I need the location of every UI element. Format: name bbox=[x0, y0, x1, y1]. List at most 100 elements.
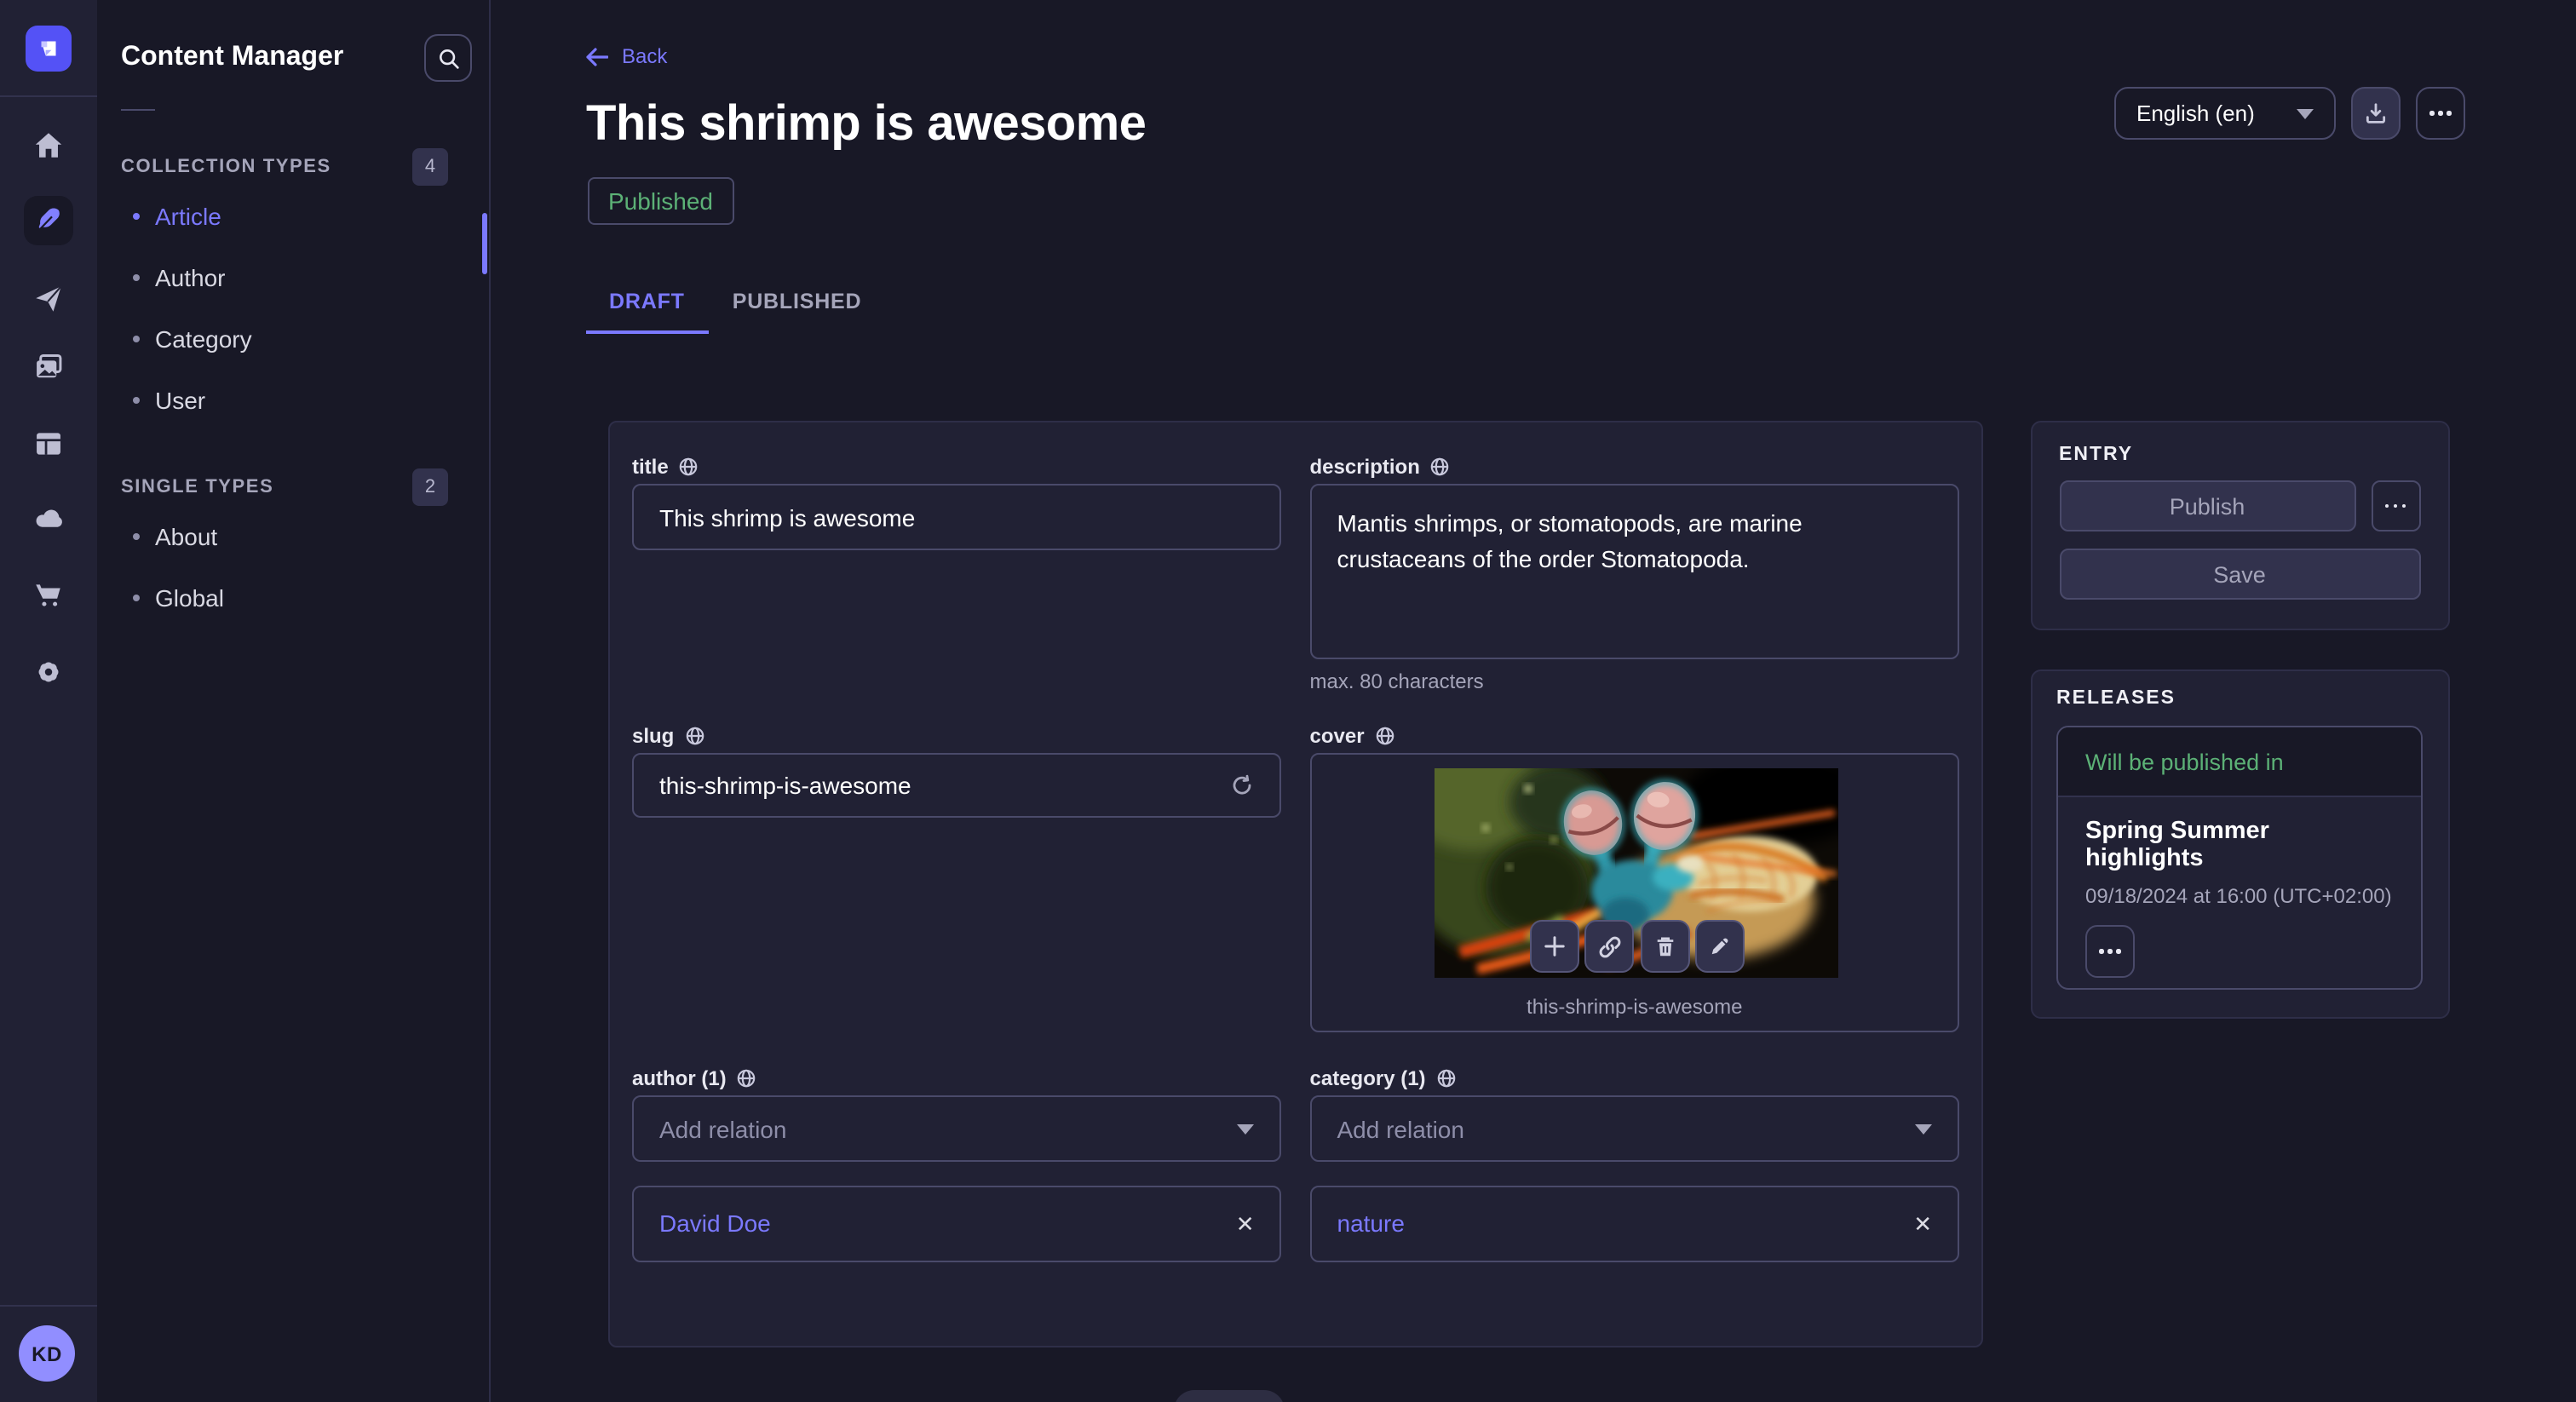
page-title: This shrimp is awesome bbox=[586, 97, 1146, 153]
sidebar-item-article[interactable]: Article bbox=[97, 186, 489, 247]
slug-input[interactable]: this-shrimp-is-awesome bbox=[632, 753, 1282, 818]
entry-more-button[interactable] bbox=[2371, 480, 2420, 531]
entry-panel-title: ENTRY bbox=[2059, 445, 2420, 465]
delete-media-button[interactable] bbox=[1641, 920, 1690, 973]
layout-icon bbox=[32, 427, 65, 459]
sidebar-item-label: User bbox=[155, 387, 205, 414]
sidebar-item-global[interactable]: Global bbox=[97, 567, 489, 629]
locale-select[interactable]: English (en) bbox=[2114, 87, 2336, 140]
nav-settings-button[interactable] bbox=[0, 641, 97, 702]
title-input[interactable]: This shrimp is awesome bbox=[632, 484, 1282, 550]
content-manager-subnav: Content Manager COLLECTION TYPES 4 Artic… bbox=[97, 0, 491, 1402]
link-icon bbox=[1598, 934, 1622, 958]
tab-published[interactable]: PUBLISHED bbox=[709, 273, 886, 334]
sidebar-item-about[interactable]: About bbox=[97, 506, 489, 567]
nav-content-type-builder-button[interactable] bbox=[0, 412, 97, 474]
trash-icon bbox=[1654, 934, 1676, 958]
single-types-count-badge: 2 bbox=[412, 468, 448, 506]
bullet-icon bbox=[133, 595, 140, 601]
category-relation-item: nature ✕ bbox=[1310, 1185, 1960, 1261]
relation-link[interactable]: nature bbox=[1337, 1210, 1405, 1237]
strapi-logo[interactable] bbox=[26, 26, 72, 72]
cart-icon bbox=[32, 578, 65, 611]
sidebar-item-category[interactable]: Category bbox=[97, 308, 489, 370]
locale-select-value: English (en) bbox=[2136, 101, 2255, 126]
media-icon bbox=[32, 350, 65, 382]
send-icon bbox=[32, 282, 65, 314]
pencil-icon bbox=[1710, 935, 1732, 957]
release-card: Will be published in Spring Summer highl… bbox=[2056, 726, 2423, 990]
cover-image[interactable] bbox=[1435, 768, 1838, 978]
remove-relation-icon[interactable]: ✕ bbox=[1913, 1212, 1932, 1234]
entry-panel: ENTRY Publish Save bbox=[2030, 421, 2449, 630]
regenerate-icon[interactable] bbox=[1231, 773, 1255, 797]
export-button[interactable] bbox=[2351, 87, 2401, 140]
releases-panel-title: RELEASES bbox=[2056, 688, 2423, 709]
globe-icon bbox=[684, 725, 704, 745]
globe-icon bbox=[1436, 1067, 1457, 1088]
version-tabs: DRAFT PUBLISHED bbox=[585, 273, 885, 334]
nav-cloud-button[interactable] bbox=[0, 487, 97, 549]
globe-icon bbox=[1430, 456, 1451, 476]
copy-link-button[interactable] bbox=[1585, 920, 1635, 973]
nav-deploy-button[interactable] bbox=[0, 267, 97, 329]
cover-filename: this-shrimp-is-awesome bbox=[1312, 995, 1958, 1019]
release-more-button[interactable] bbox=[2085, 925, 2135, 978]
remove-relation-icon[interactable]: ✕ bbox=[1236, 1212, 1255, 1234]
nav-media-library-button[interactable] bbox=[0, 336, 97, 397]
sidebar-item-label: About bbox=[155, 523, 217, 550]
bullet-icon bbox=[133, 397, 140, 404]
subnav-title: Content Manager bbox=[121, 43, 343, 73]
nav-home-button[interactable] bbox=[0, 114, 97, 175]
strapi-admin: KD Content Manager COLLECTION TYPES 4 Ar… bbox=[0, 0, 2576, 1402]
cover-field-label: cover bbox=[1310, 723, 1365, 747]
tab-draft[interactable]: DRAFT bbox=[585, 273, 709, 334]
search-button[interactable] bbox=[424, 34, 472, 82]
more-actions-button[interactable] bbox=[2416, 87, 2465, 140]
description-hint: max. 80 characters bbox=[1310, 669, 1960, 693]
author-field-label: author (1) bbox=[632, 1066, 727, 1089]
back-link[interactable]: Back bbox=[586, 44, 667, 68]
bullet-icon bbox=[133, 533, 140, 540]
publish-button[interactable]: Publish bbox=[2059, 480, 2355, 531]
strapi-logo-mark bbox=[34, 34, 63, 63]
feather-icon bbox=[33, 204, 64, 235]
bullet-icon bbox=[133, 274, 140, 281]
collection-types-count-badge: 4 bbox=[412, 148, 448, 186]
description-textarea[interactable]: Mantis shrimps, or stomatopods, are mari… bbox=[1310, 484, 1960, 659]
globe-icon bbox=[679, 456, 699, 476]
author-relation-item: David Doe ✕ bbox=[632, 1185, 1282, 1261]
home-icon bbox=[32, 129, 65, 161]
category-relation-placeholder: Add relation bbox=[1337, 1115, 1464, 1142]
more-icon bbox=[2100, 950, 2121, 954]
edit-media-button[interactable] bbox=[1696, 920, 1745, 973]
collection-types-header: COLLECTION TYPES bbox=[121, 157, 331, 177]
sidebar-item-label: Category bbox=[155, 325, 252, 353]
subnav-divider bbox=[121, 109, 155, 111]
author-relation-placeholder: Add relation bbox=[659, 1115, 786, 1142]
user-avatar[interactable]: KD bbox=[19, 1325, 75, 1382]
cover-field: this-shrimp-is-awesome bbox=[1310, 753, 1960, 1032]
add-media-button[interactable] bbox=[1530, 920, 1579, 973]
sidebar-item-user[interactable]: User bbox=[97, 370, 489, 431]
author-relation-select[interactable]: Add relation bbox=[632, 1095, 1282, 1162]
category-relation-select[interactable]: Add relation bbox=[1310, 1095, 1960, 1162]
chevron-down-icon bbox=[1915, 1123, 1932, 1134]
nav-ecommerce-button[interactable] bbox=[0, 564, 97, 625]
arrow-left-icon bbox=[586, 47, 608, 66]
description-value: Mantis shrimps, or stomatopods, are mari… bbox=[1337, 509, 1803, 572]
download-icon bbox=[2365, 102, 2387, 124]
sidebar-item-author[interactable]: Author bbox=[97, 247, 489, 308]
save-button[interactable]: Save bbox=[2059, 549, 2420, 600]
rail-divider-top bbox=[0, 95, 97, 97]
scroll-cut-element bbox=[1174, 1390, 1285, 1402]
slug-input-value: this-shrimp-is-awesome bbox=[659, 772, 911, 799]
bullet-icon bbox=[133, 336, 140, 342]
globe-icon bbox=[737, 1067, 757, 1088]
relation-link[interactable]: David Doe bbox=[659, 1210, 771, 1237]
active-item-indicator bbox=[482, 213, 487, 274]
nav-content-manager-button[interactable] bbox=[24, 195, 73, 244]
release-status: Will be published in bbox=[2058, 727, 2421, 797]
search-icon bbox=[437, 47, 459, 69]
title-field-label: title bbox=[632, 454, 669, 478]
